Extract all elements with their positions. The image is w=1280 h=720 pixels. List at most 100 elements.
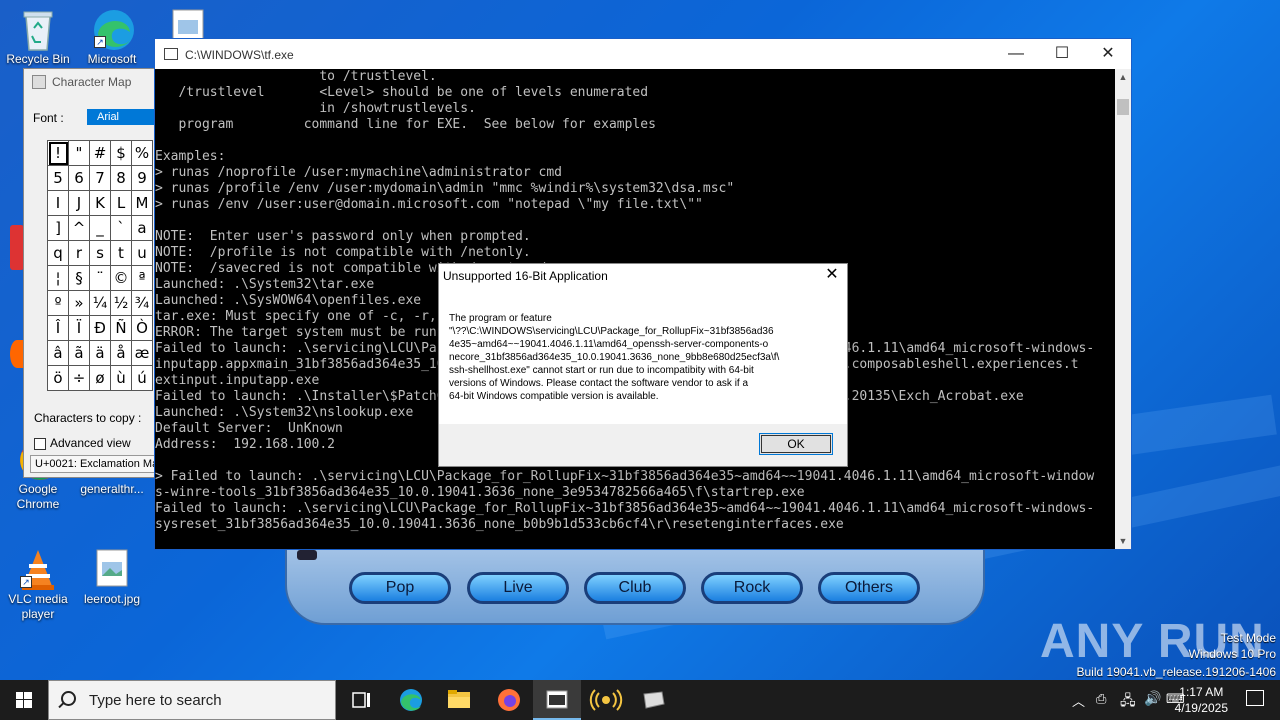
partial-desktop-icon[interactable] [10, 340, 24, 368]
char-cell[interactable]: ! [48, 141, 69, 166]
notification-center-icon[interactable] [1246, 690, 1264, 706]
advanced-view-label: Advanced view [50, 436, 131, 450]
console-titlebar[interactable]: C:\WINDOWS\tf.exe — ☐ ✕ [155, 39, 1131, 69]
scroll-thumb[interactable] [1117, 99, 1129, 115]
start-button[interactable] [0, 680, 48, 720]
charmap-app-icon [643, 691, 665, 709]
char-cell[interactable]: ø [90, 366, 111, 391]
desktop-icon-recycle-bin[interactable]: Recycle Bin [0, 8, 76, 67]
char-cell[interactable]: æ [132, 341, 153, 366]
char-cell[interactable]: Ð [90, 316, 111, 341]
advanced-view-checkbox[interactable]: Advanced view [34, 436, 131, 450]
char-cell[interactable]: © [111, 266, 132, 291]
char-cell[interactable]: J [69, 191, 90, 216]
taskbar-edge[interactable] [387, 680, 435, 720]
charmap-titlebar[interactable]: Character Map [24, 69, 162, 97]
char-cell[interactable]: r [69, 241, 90, 266]
char-cell[interactable]: ä [90, 341, 111, 366]
dialog-message: The program or feature "\??\C:\WINDOWS\se… [449, 312, 829, 403]
genre-button-rock[interactable]: Rock [701, 572, 803, 604]
char-cell[interactable]: 5 [48, 166, 69, 191]
char-cell[interactable]: ÷ [69, 366, 90, 391]
network-wired-icon[interactable]: 🖧 [1120, 690, 1136, 714]
char-cell[interactable]: Î [48, 316, 69, 341]
char-cell[interactable]: Ï [69, 316, 90, 341]
desktop-icon-leeroot-jpg[interactable]: leeroot.jpg [74, 548, 150, 607]
show-hidden-icons-chevron-icon[interactable]: ︿ [1072, 691, 1085, 710]
taskbar-firefox[interactable] [485, 680, 533, 720]
volume-icon[interactable]: 🔊 [1144, 690, 1161, 707]
edge-icon [400, 689, 422, 711]
taskbar-clock[interactable]: 1:17 AM 4/19/2025 [1175, 684, 1228, 716]
char-cell[interactable]: 9 [132, 166, 153, 191]
char-cell[interactable]: " [69, 141, 90, 166]
task-view-button[interactable] [337, 680, 385, 720]
console-scrollbar[interactable]: ▲ ▼ [1115, 69, 1131, 549]
char-cell[interactable]: q [48, 241, 69, 266]
char-cell[interactable]: I [48, 191, 69, 216]
network-icon[interactable]: ⎙ [1096, 691, 1106, 707]
char-cell[interactable]: 6 [69, 166, 90, 191]
char-cell[interactable]: a [132, 216, 153, 241]
char-cell[interactable]: $ [111, 141, 132, 166]
char-cell[interactable]: ú [132, 366, 153, 391]
char-cell[interactable]: u [132, 241, 153, 266]
char-cell[interactable]: ö [48, 366, 69, 391]
char-cell[interactable]: _ [90, 216, 111, 241]
char-cell[interactable]: ¾ [132, 291, 153, 316]
ok-button[interactable]: OK [759, 433, 833, 455]
char-cell[interactable]: # [90, 141, 111, 166]
desktop-icon-vlc[interactable]: ↗ VLC media player [0, 548, 76, 622]
char-cell[interactable]: M [132, 191, 153, 216]
char-cell[interactable]: ½ [111, 291, 132, 316]
char-cell[interactable]: ù [111, 366, 132, 391]
genre-button-live[interactable]: Live [467, 572, 569, 604]
dialog-titlebar[interactable]: Unsupported 16-Bit Application ✕ [439, 264, 847, 288]
checkbox-box[interactable] [34, 437, 46, 450]
char-cell[interactable]: K [90, 191, 111, 216]
char-cell[interactable]: ] [48, 216, 69, 241]
search-placeholder: Type here to search [89, 692, 222, 709]
dialog-message-line: 4e35~amd64~~19041.4046.1.11\amd64_openss… [449, 339, 769, 350]
char-cell[interactable]: s [90, 241, 111, 266]
genre-button-club[interactable]: Club [584, 572, 686, 604]
char-cell[interactable]: ^ [69, 216, 90, 241]
taskbar-charmap[interactable] [630, 680, 678, 720]
char-cell[interactable]: å [111, 341, 132, 366]
char-cell[interactable]: » [69, 291, 90, 316]
char-cell[interactable]: L [111, 191, 132, 216]
char-cell[interactable]: º [48, 291, 69, 316]
desktop-icon-microsoft-edge[interactable]: ↗ Microsoft [74, 8, 150, 67]
scroll-down-icon[interactable]: ▼ [1115, 533, 1131, 549]
char-cell[interactable]: 8 [111, 166, 132, 191]
char-cell[interactable]: Ñ [111, 316, 132, 341]
taskbar-search-box[interactable]: Type here to search [48, 680, 336, 720]
char-cell[interactable]: ` [111, 216, 132, 241]
taskbar-media-app[interactable] [582, 680, 630, 720]
char-cell[interactable]: § [69, 266, 90, 291]
partial-desktop-icon[interactable] [10, 225, 24, 270]
genre-button-pop[interactable]: Pop [349, 572, 451, 604]
task-view-icon [352, 692, 370, 708]
char-cell[interactable]: â [48, 341, 69, 366]
char-cell[interactable]: % [132, 141, 153, 166]
media-player-window: Pop Live Club Rock Others [285, 540, 985, 625]
genre-button-others[interactable]: Others [818, 572, 920, 604]
taskbar-file-explorer[interactable] [435, 680, 483, 720]
minimize-button[interactable]: — [993, 39, 1039, 69]
char-cell[interactable]: t [111, 241, 132, 266]
char-cell[interactable]: ¼ [90, 291, 111, 316]
char-cell[interactable]: ¦ [48, 266, 69, 291]
taskbar-console[interactable] [533, 680, 581, 720]
dialog-message-line: necore_31bf3856ad364e35_10.0.19041.3636_… [449, 352, 780, 363]
close-button[interactable]: ✕ [1085, 39, 1131, 69]
scroll-up-icon[interactable]: ▲ [1115, 69, 1131, 85]
char-cell[interactable]: ¨ [90, 266, 111, 291]
char-cell[interactable]: ª [132, 266, 153, 291]
char-cell[interactable]: 7 [90, 166, 111, 191]
char-cell[interactable]: Ò [132, 316, 153, 341]
maximize-button[interactable]: ☐ [1039, 39, 1085, 69]
vlc-cone-icon: ↗ [18, 548, 58, 590]
dialog-close-button[interactable]: ✕ [817, 264, 847, 288]
char-cell[interactable]: ã [69, 341, 90, 366]
